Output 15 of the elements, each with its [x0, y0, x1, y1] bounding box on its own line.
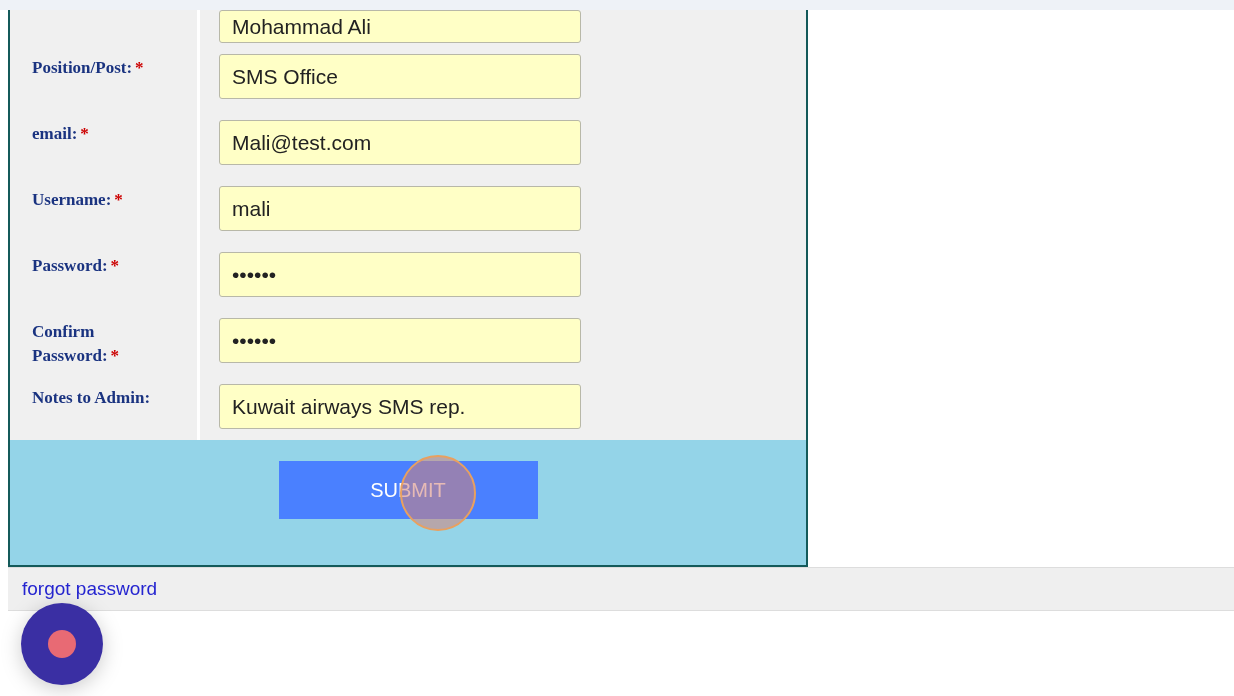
input-field[interactable]: ••••••: [219, 252, 581, 297]
field-label: Password: *: [32, 255, 121, 277]
input-field[interactable]: SMS Office: [219, 54, 581, 99]
input-field[interactable]: Mohammad Ali: [219, 10, 581, 43]
input-field[interactable]: Mali@test.com: [219, 120, 581, 165]
field-label: Username: *: [32, 189, 124, 211]
input-field[interactable]: mali: [219, 186, 581, 231]
field-label: email: *: [32, 123, 90, 145]
field-label: Confirm Password: *: [32, 321, 121, 367]
input-field[interactable]: Kuwait airways SMS rep.: [219, 384, 581, 429]
forgot-password-link[interactable]: forgot password: [22, 578, 158, 600]
field-label: Position/Post: *: [32, 57, 145, 79]
input-field[interactable]: ••••••: [219, 318, 581, 363]
record-button-icon[interactable]: [20, 602, 104, 686]
field-label: Notes to Admin:: [32, 387, 152, 409]
